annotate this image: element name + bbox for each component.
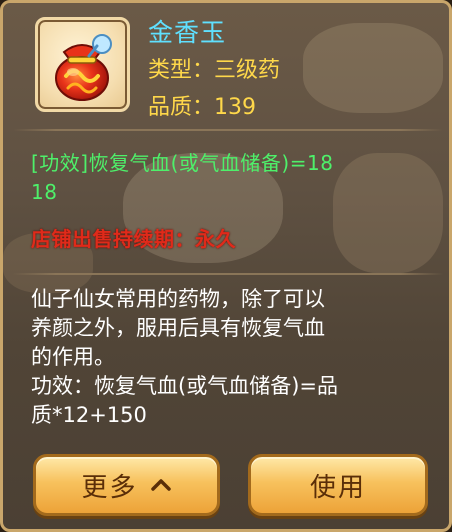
shop-duration-notice: 店铺出售持续期：永久 [31, 227, 236, 251]
item-quality: 品质：139 [148, 95, 256, 120]
divider [13, 273, 443, 275]
description-line: 养颜之外，服用后具有恢复气血 [31, 316, 325, 340]
description-line: 功效：恢复气血(或气血储备)=品 [31, 374, 338, 398]
use-button[interactable]: 使用 [248, 454, 428, 516]
more-button[interactable]: 更多 [33, 454, 220, 516]
more-button-label: 更多 [81, 472, 138, 503]
divider [13, 129, 443, 131]
item-type: 类型：三级药 [148, 58, 281, 83]
background-scenery [333, 153, 443, 273]
use-button-label: 使用 [309, 472, 366, 503]
item-tooltip-panel: 金香玉 类型：三级药 品质：139 [功效]恢复气血(或气血储备)=18 18 … [0, 0, 452, 532]
item-description: 仙子仙女常用的药物，除了可以 养颜之外，服用后具有恢复气血 的作用。 功效：恢复… [31, 285, 436, 430]
item-name: 金香玉 [148, 18, 227, 47]
description-line: 质*12+150 [31, 403, 147, 427]
background-scenery [303, 23, 443, 113]
chevron-up-icon [150, 475, 172, 495]
effect-line: 18 [31, 180, 58, 204]
description-line: 的作用。 [31, 345, 115, 369]
pouch-icon [55, 34, 112, 101]
item-icon-frame [35, 17, 130, 112]
description-line: 仙子仙女常用的药物，除了可以 [31, 287, 325, 311]
effect-line: [功效]恢复气血(或气血储备)=18 [31, 151, 334, 175]
